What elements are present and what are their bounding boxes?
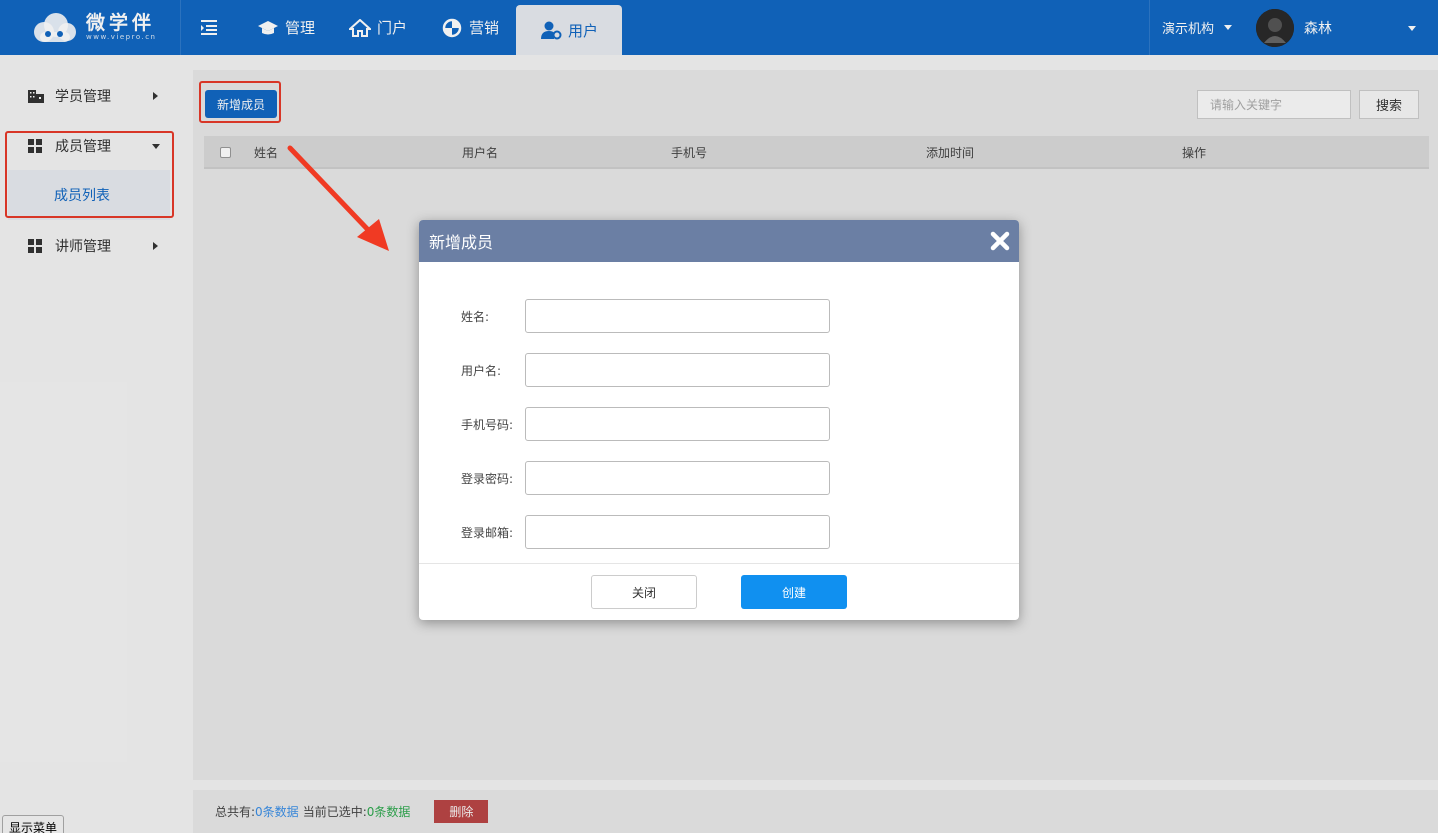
close-button[interactable]: 关闭 xyxy=(591,575,697,609)
add-member-dialog: 新增成员 姓名: 用户名: 手机号码: 登录密码: 登录邮箱: 关闭 创建 xyxy=(419,220,1019,620)
select-all-checkbox[interactable] xyxy=(220,147,231,158)
dialog-title: 新增成员 xyxy=(429,233,494,252)
sidebar-item-label: 学员管理 xyxy=(55,89,111,105)
chevron-right-icon xyxy=(153,92,158,100)
chevron-down-icon xyxy=(1408,26,1416,31)
graduation-cap-icon xyxy=(257,18,279,38)
chevron-down-icon xyxy=(1224,25,1232,30)
form-row-password: 登录密码: xyxy=(419,461,1019,495)
logo[interactable]: 微学伴 www.viepro.cn xyxy=(0,0,180,55)
nav-tab-label: 管理 xyxy=(285,19,316,37)
nav-tab-users[interactable]: 用户 xyxy=(516,5,623,55)
sidebar-item-students[interactable]: 学员管理 xyxy=(0,71,180,121)
avatar xyxy=(1256,8,1294,47)
sidebar: 学员管理 成员管理 成员列表 讲师管理 xyxy=(0,55,180,833)
form-row-name: 姓名: xyxy=(419,299,1019,333)
password-label: 登录密码: xyxy=(461,472,514,486)
chevron-down-icon xyxy=(152,143,160,149)
org-select[interactable]: 演示机构 xyxy=(1148,0,1248,55)
close-icon[interactable] xyxy=(990,231,1010,251)
column-header: 操作 xyxy=(1182,146,1207,160)
email-field[interactable] xyxy=(525,515,830,549)
footer-bar: 总共有: 0条数据 当前已选中: 0条数据 删除 xyxy=(193,790,1438,833)
add-member-button[interactable]: 新增成员 xyxy=(205,90,278,118)
nav-tab-manage[interactable]: 管理 xyxy=(240,0,332,55)
delete-button[interactable]: 删除 xyxy=(434,800,489,823)
total-label: 总共有: xyxy=(215,805,256,819)
search-button[interactable]: 搜索 xyxy=(1359,90,1419,119)
logo-text: 微学伴 xyxy=(86,12,156,34)
user-name: 森林 xyxy=(1304,20,1332,37)
sidebar-item-teachers[interactable]: 讲师管理 xyxy=(0,221,180,271)
nav-tab-label: 营销 xyxy=(469,19,500,37)
table-header: 姓名 用户名 手机号 添加时间 操作 xyxy=(204,136,1429,169)
home-icon xyxy=(349,18,372,38)
search-input[interactable] xyxy=(1197,90,1351,119)
dialog-divider xyxy=(419,563,1019,564)
form-row-email: 登录邮箱: xyxy=(419,515,1019,549)
cloud-logo-icon xyxy=(30,12,78,44)
org-select-label: 演示机构 xyxy=(1161,22,1214,37)
grid-icon xyxy=(28,139,44,153)
marketing-icon xyxy=(441,18,463,38)
password-field[interactable] xyxy=(525,461,830,495)
total-count: 0条数据 xyxy=(255,805,299,819)
user-gear-icon xyxy=(540,20,562,40)
nav-tab-portal[interactable]: 门户 xyxy=(332,0,424,55)
main-nav: 管理 门户 营销 用户 xyxy=(240,0,623,55)
user-menu[interactable]: 森林 xyxy=(1248,0,1438,55)
name-field[interactable] xyxy=(525,299,830,333)
nav-tab-marketing[interactable]: 营销 xyxy=(424,0,516,55)
phone-field[interactable] xyxy=(525,407,830,441)
column-header: 姓名 xyxy=(254,146,279,160)
selected-label: 当前已选中: xyxy=(302,805,367,819)
column-header: 手机号 xyxy=(671,146,708,160)
form-row-username: 用户名: xyxy=(419,353,1019,387)
username-field[interactable] xyxy=(525,353,830,387)
sidebar-item-members[interactable]: 成员管理 xyxy=(0,121,180,171)
name-label: 姓名: xyxy=(461,310,490,324)
sidebar-item-label: 讲师管理 xyxy=(55,239,111,255)
grid-icon xyxy=(28,239,44,253)
sidebar-subitem-member-list[interactable]: 成员列表 xyxy=(8,170,170,220)
nav-tab-label: 门户 xyxy=(377,19,408,37)
show-menu-button[interactable]: 显示菜单 xyxy=(2,815,65,833)
selected-count: 0条数据 xyxy=(366,805,411,819)
chevron-right-icon xyxy=(153,242,158,250)
menu-toggle-icon[interactable] xyxy=(198,17,220,37)
top-navbar: 微学伴 www.viepro.cn 管理 门户 营销 用户 演示机构 森林 xyxy=(0,0,1438,55)
nav-divider xyxy=(180,0,181,55)
create-button[interactable]: 创建 xyxy=(741,575,847,609)
username-label: 用户名: xyxy=(461,364,502,378)
email-label: 登录邮箱: xyxy=(461,526,514,540)
column-header: 添加时间 xyxy=(926,146,975,160)
form-row-phone: 手机号码: xyxy=(419,407,1019,441)
building-icon xyxy=(28,89,44,103)
sidebar-item-label: 成员管理 xyxy=(55,139,111,155)
nav-tab-label: 用户 xyxy=(568,21,599,40)
logo-url: www.viepro.cn xyxy=(86,33,157,41)
phone-label: 手机号码: xyxy=(461,418,514,432)
dialog-header: 新增成员 xyxy=(419,220,1019,262)
column-header: 用户名 xyxy=(462,146,499,160)
